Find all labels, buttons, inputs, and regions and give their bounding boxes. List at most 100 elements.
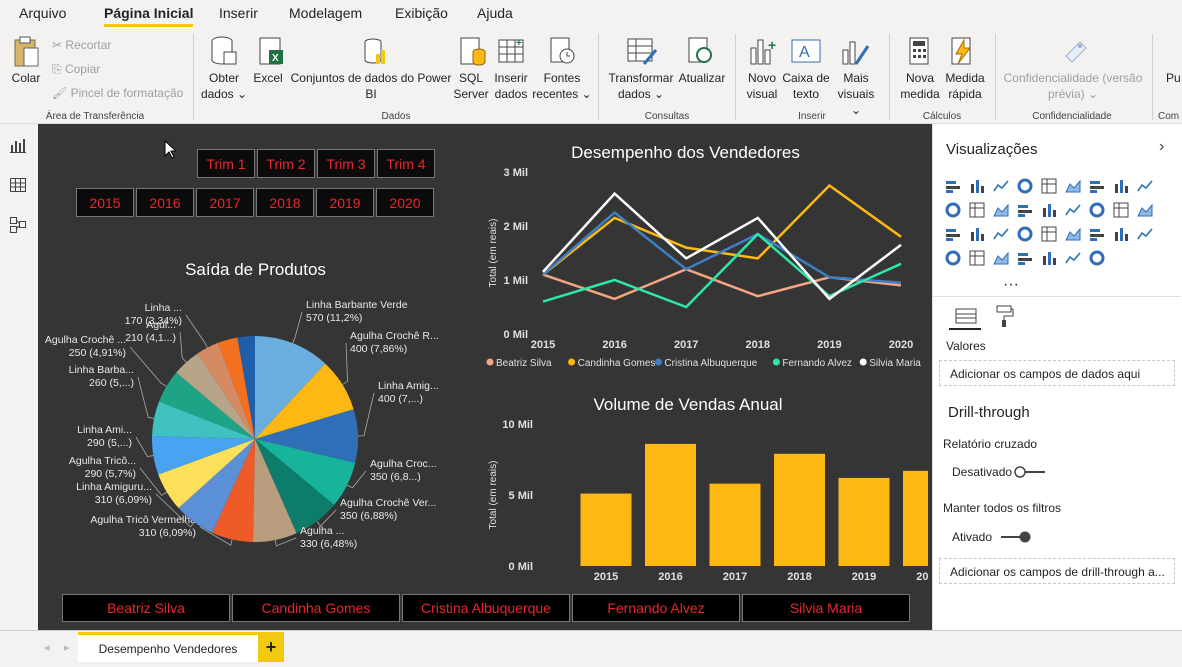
recent-sources-button[interactable]: Fontes recentes ⌄ <box>532 70 592 102</box>
slicer-quarter-2[interactable]: Trim 2 <box>257 149 315 178</box>
viz-map-icon[interactable] <box>945 226 961 242</box>
bar[interactable] <box>903 470 928 566</box>
slicer-quarter-4[interactable]: Trim 4 <box>377 149 435 178</box>
power-bi-datasets-button[interactable]: Conjuntos de dados do Power BI <box>290 70 452 102</box>
slicer-vendor-fernando[interactable]: Fernando Alvez <box>572 594 740 622</box>
viz-stacked-column-icon[interactable] <box>969 178 985 194</box>
viz-smart-narrative-icon[interactable] <box>1065 250 1081 266</box>
pie-chart[interactable]: Linha Barbante Verde570 (11,2%) Agulha Cr… <box>38 284 478 554</box>
collapse-pane-chevron-icon[interactable]: › <box>1159 138 1164 156</box>
slicer-year-2018[interactable]: 2018 <box>256 188 314 217</box>
bar[interactable] <box>645 443 696 566</box>
viz-line-icon[interactable] <box>1089 178 1105 194</box>
viz-waterfall-icon[interactable] <box>1017 202 1033 218</box>
bar-chart[interactable]: 10 Mil 5 Mil 0 Mil Total (em reais) 2015 2016… <box>478 414 928 584</box>
line-chart[interactable]: 3 Mil 2 Mil 1 Mil 0 Mil Total (em reais) 2015… <box>478 162 928 372</box>
viz-filled-map-icon[interactable] <box>969 226 985 242</box>
viz-scatter-icon[interactable] <box>1065 202 1081 218</box>
slicer-vendor-beatriz[interactable]: Beatriz Silva <box>62 594 230 622</box>
viz-key-influencers-icon[interactable] <box>993 250 1009 266</box>
viz-ribbon-icon[interactable] <box>993 202 1009 218</box>
viz-multi-row-card-icon[interactable] <box>1041 226 1057 242</box>
report-view-icon[interactable] <box>10 137 26 153</box>
copy-button[interactable]: ⎘ Copiar <box>52 62 100 77</box>
viz-python-visual-icon[interactable] <box>969 250 985 266</box>
viz-decomposition-tree-icon[interactable] <box>1017 250 1033 266</box>
more-visuals-ellipsis[interactable]: ··· <box>1003 276 1019 294</box>
viz-line-column-icon[interactable] <box>945 202 961 218</box>
slicer-year-2016[interactable]: 2016 <box>136 188 194 217</box>
viz-clustered-column-icon[interactable] <box>1017 178 1033 194</box>
slicer-vendor-candinha[interactable]: Candinha Gomes <box>232 594 400 622</box>
refresh-button[interactable]: Atualizar <box>674 70 730 86</box>
tab-exibicao[interactable]: Exibição <box>395 5 448 21</box>
keep-filters-toggle[interactable] <box>999 530 1033 544</box>
slicer-quarter-3[interactable]: Trim 3 <box>317 149 375 178</box>
slicer-year-2017[interactable]: 2017 <box>196 188 254 217</box>
bar[interactable] <box>580 493 632 566</box>
viz-treemap-icon[interactable] <box>1137 202 1153 218</box>
next-page-icon[interactable]: ▸ <box>64 641 70 654</box>
tab-inserir[interactable]: Inserir <box>219 5 258 21</box>
slicer-year-2020[interactable]: 2020 <box>376 188 434 217</box>
values-drop-zone[interactable]: Adicionar os campos de dados aqui <box>939 360 1175 386</box>
viz-clustered-bar-icon[interactable] <box>993 178 1009 194</box>
viz-slicer-icon[interactable] <box>1089 226 1105 242</box>
sql-server-button[interactable]: SQL Server <box>452 70 490 102</box>
format-paint-roller-icon[interactable] <box>995 304 1015 328</box>
viz-pie-icon[interactable] <box>1089 202 1105 218</box>
viz-area-icon[interactable] <box>1113 178 1129 194</box>
add-page-button[interactable]: + <box>258 632 284 662</box>
transform-data-button[interactable]: Transformar dados ⌄ <box>608 70 674 102</box>
cross-report-toggle[interactable] <box>1013 465 1047 479</box>
bar[interactable] <box>838 477 890 566</box>
fields-tab-icon[interactable] <box>955 306 977 326</box>
tab-ajuda[interactable]: Ajuda <box>477 5 513 21</box>
slicer-quarter-1[interactable]: Trim 1 <box>197 149 255 178</box>
slicer-year-2019[interactable]: 2019 <box>316 188 374 217</box>
viz-funnel-icon[interactable] <box>1041 202 1057 218</box>
page-tab-desempenho-vendedores[interactable]: Desempenho Vendedores <box>78 632 258 662</box>
paste-button[interactable]: Colar <box>8 70 44 86</box>
viz-100-column-icon[interactable] <box>1065 178 1081 194</box>
slicer-vendor-cristina[interactable]: Cristina Albuquerque <box>402 594 570 622</box>
sensitivity-button[interactable]: Confidencialidade (versão prévia) ⌄ <box>998 70 1148 102</box>
viz-gauge-icon[interactable] <box>993 226 1009 242</box>
cut-button[interactable]: ✂ Recortar <box>52 38 111 52</box>
viz-matrix-icon[interactable] <box>1137 226 1153 242</box>
bar[interactable] <box>774 453 825 566</box>
line-series[interactable] <box>542 232 902 309</box>
viz-qa-icon[interactable] <box>1041 250 1057 266</box>
prev-page-icon[interactable]: ◂ <box>44 641 50 654</box>
chevron-down-icon: ⌄ <box>1084 87 1099 101</box>
tab-pagina-inicial[interactable]: Página Inicial <box>104 5 194 27</box>
slicer-year-2015[interactable]: 2015 <box>76 188 134 217</box>
get-data-button[interactable]: Obter dados ⌄ <box>200 70 248 102</box>
format-painter-button[interactable]: 🖌 Pincel de formatação <box>52 86 183 100</box>
viz-line-clustered-icon[interactable] <box>969 202 985 218</box>
data-view-icon[interactable] <box>10 177 26 193</box>
viz-kpi-icon[interactable] <box>1065 226 1081 242</box>
tab-arquivo[interactable]: Arquivo <box>19 5 66 21</box>
viz-stacked-area-icon[interactable] <box>1137 178 1153 194</box>
publish-button[interactable]: Pu <box>1166 70 1182 86</box>
viz-table-icon[interactable] <box>1113 226 1129 242</box>
viz-100-bar-icon[interactable] <box>1041 178 1057 194</box>
viz-card-icon[interactable] <box>1017 226 1033 242</box>
new-measure-button[interactable]: Nova medida <box>898 70 942 102</box>
model-view-icon[interactable] <box>10 217 26 233</box>
new-visual-button[interactable]: Novo visual <box>742 70 782 102</box>
viz-stacked-bar-icon[interactable] <box>945 178 961 194</box>
enter-data-button[interactable]: Inserir dados <box>491 70 531 102</box>
text-box-button[interactable]: Caixa de texto <box>782 70 830 102</box>
excel-button[interactable]: Excel <box>252 70 284 86</box>
slicer-vendor-silvia[interactable]: Silvia Maria <box>742 594 910 622</box>
drill-through-drop-zone[interactable]: Adicionar os campos de drill-through a..… <box>939 558 1175 584</box>
bar[interactable] <box>709 483 761 566</box>
line-series[interactable] <box>542 183 902 276</box>
viz-paginated-icon[interactable] <box>1089 250 1105 266</box>
viz-r-visual-icon[interactable] <box>945 250 961 266</box>
quick-measure-button[interactable]: Medida rápida <box>942 70 988 102</box>
tab-modelagem[interactable]: Modelagem <box>289 5 362 21</box>
viz-donut-icon[interactable] <box>1113 202 1129 218</box>
